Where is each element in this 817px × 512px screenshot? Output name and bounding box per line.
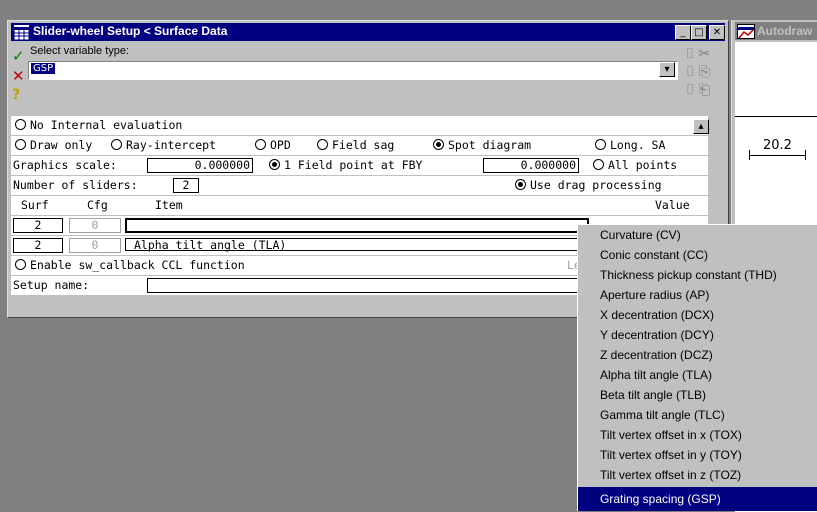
maximize-button[interactable]: □ [691,25,707,40]
select-variable-label: Select variable type: [30,45,130,57]
dropdown-item[interactable]: Thickness pickup constant (THD) [578,265,817,285]
dropdown-item-selected[interactable]: Grating spacing (GSP) [578,487,817,511]
checkmark-icon[interactable]: ✓ [12,47,28,65]
sliders-row: Number of sliders: 2 Use drag processing [11,176,708,196]
draw-mode-row: Draw only Ray-intercept OPD Field sag Sp… [11,136,708,156]
variable-type-value: GSP [31,63,56,74]
num-sliders-input[interactable]: 2 [173,178,199,193]
item-select-active[interactable] [125,218,589,233]
table-app-icon [13,25,30,41]
edit-cut-icon[interactable]: ⌷ ✂ [676,45,720,63]
dropdown-item[interactable]: Gamma tilt angle (TLC) [578,405,817,425]
graphics-scale-label: Graphics scale: [13,158,117,172]
toolbar-icons: ⌷ ✂ ⌷ ⎘ ⌷ ⎗ [676,45,720,109]
all-points-option[interactable]: All points [593,158,677,172]
dropdown-item[interactable]: X decentration (DCX) [578,305,817,325]
titlebar[interactable]: Slider-wheel Setup < Surface Data _ □ ✕ [11,23,725,41]
table-header-row: Surf Cfg Item Value [11,196,708,216]
no-internal-option[interactable]: No Internal evaluation [15,118,182,132]
graphics-scale-row: Graphics scale: 0.000000 1 Field point a… [11,156,708,176]
autodraw-title: Autodraw [757,24,813,38]
cfg-input[interactable]: 0 [69,238,121,253]
autodraw-app-icon [737,24,755,39]
field-point-input[interactable]: 0.000000 [483,158,579,173]
dimension-line [749,155,805,156]
dimension-tick-right [805,150,806,160]
item-dropdown-list: Curvature (CV) Conic constant (CC) Thick… [577,224,817,511]
col-surf-header: Surf [21,198,49,212]
no-internal-row: No Internal evaluation ▴ [11,116,709,136]
radio-icon [15,119,26,130]
col-item-header: Item [155,198,183,212]
scroll-up-button[interactable]: ▴ [693,119,709,134]
dropdown-item[interactable]: Conic constant (CC) [578,245,817,265]
variable-type-select[interactable]: GSP ▾ [28,61,678,80]
ray-intercept-option[interactable]: Ray-intercept [111,138,216,152]
dropdown-item[interactable]: Tilt vertex offset in y (TOY) [578,445,817,465]
graphics-scale-input[interactable]: 0.000000 [147,158,253,173]
long-sa-option[interactable]: Long. SA [595,138,665,152]
surf-input[interactable]: 2 [13,238,63,253]
callback-option[interactable]: Enable sw_callback CCL function [15,258,245,272]
cfg-input[interactable]: 0 [69,218,121,233]
setup-name-input[interactable] [147,278,589,293]
minimize-button[interactable]: _ [675,25,691,40]
col-cfg-header: Cfg [87,198,108,212]
use-drag-option[interactable]: Use drag processing [515,178,662,192]
dropdown-item[interactable]: Beta tilt angle (TLB) [578,385,817,405]
window-title: Slider-wheel Setup < Surface Data [33,24,228,38]
copy-icon[interactable]: ⌷ ⎘ [676,63,720,81]
spot-diagram-option[interactable]: Spot diagram [433,138,531,152]
dimension-tick-left [749,150,750,160]
dropdown-item[interactable]: Alpha tilt angle (TLA) [578,365,817,385]
opd-option[interactable]: OPD [255,138,291,152]
close-button[interactable]: ✕ [709,25,725,40]
canvas-line [735,116,817,117]
help-question-icon[interactable]: ? [12,87,28,103]
field-point-option[interactable]: 1 Field point at FBY [269,158,422,172]
dropdown-item[interactable]: Z decentration (DCZ) [578,345,817,365]
dropdown-item[interactable]: Curvature (CV) [578,225,817,245]
surf-input[interactable]: 2 [13,218,63,233]
dimension-label: 20.2 [763,138,792,153]
no-internal-label: No Internal evaluation [30,118,183,132]
setup-name-label: Setup name: [13,278,90,292]
draw-only-option[interactable]: Draw only [15,138,92,152]
field-sag-option[interactable]: Field sag [317,138,394,152]
paste-icon[interactable]: ⌷ ⎗ [676,81,720,99]
dropdown-item[interactable]: Aperture radius (AP) [578,285,817,305]
dropdown-item[interactable]: Y decentration (DCY) [578,325,817,345]
col-value-header: Value [655,198,690,212]
autodraw-titlebar[interactable]: Autodraw [735,22,817,40]
dropdown-item[interactable]: Tilt vertex offset in x (TOX) [578,425,817,445]
num-sliders-label: Number of sliders: [13,178,138,192]
cancel-x-icon[interactable]: ✕ [12,67,28,85]
select-dropdown-button[interactable]: ▾ [659,62,675,77]
item-select[interactable]: Alpha tilt angle (TLA) [125,238,585,252]
dropdown-item[interactable]: Tilt vertex offset in z (TOZ) [578,465,817,485]
